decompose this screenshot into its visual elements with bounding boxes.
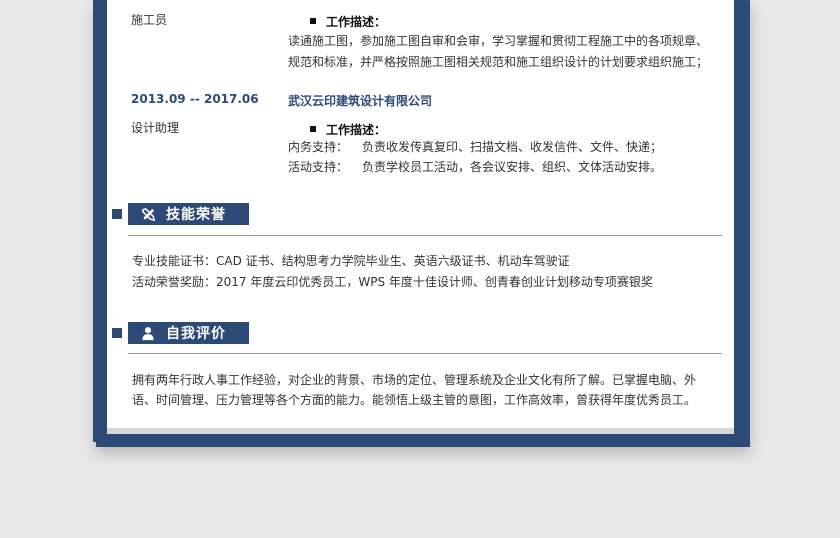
experience-row-text: 负责收发传真复印、扫描文档、收发信件、文件、快递； (362, 140, 663, 154)
section-marker (112, 328, 122, 338)
experience-row-text: 负责学校员工活动，各会议安排、组织、文体活动安排。 (362, 160, 663, 174)
section-marker (112, 209, 122, 219)
experience-desc-line: 规范和标准，并严格按照施工图相关规范和施工组织设计的计划要求组织施工； (288, 55, 709, 69)
self-eval-line: 拥有两年行政人事工作经验，对企业的背景、市场的定位、管理系统及企业文化有所了解。… (132, 373, 697, 387)
experience-desc-heading: 工作描述： (310, 119, 386, 138)
experience-row-label: 内务支持： (288, 140, 349, 154)
experience-row-label: 活动支持： (288, 160, 349, 174)
experience-company: 武汉云印建筑设计有限公司 (288, 94, 433, 108)
section-header-skills: 技能荣誉 (128, 203, 249, 225)
resume-frame-left (93, 0, 107, 440)
bullet-icon (310, 17, 316, 24)
experience-desc-line: 读通施工图，参加施工图自审和会审，学习掌握和贯彻工程施工中的各项规章、 (288, 34, 709, 48)
experience-desc-title: 工作描述： (326, 15, 387, 29)
section-title: 自我评价 (166, 326, 226, 342)
experience-role: 设计助理 (131, 121, 180, 135)
tools-icon (140, 206, 156, 222)
bullet-icon (310, 125, 316, 132)
section-divider (128, 235, 722, 236)
person-icon (140, 325, 156, 341)
experience-role: 施工员 (131, 13, 168, 27)
skills-line: 活动荣誉奖励：2017 年度云印优秀员工，WPS 年度十佳设计师、创青春创业计划… (132, 275, 653, 289)
section-divider (128, 353, 722, 354)
experience-desc-title: 工作描述： (326, 123, 387, 137)
resume-frame-right (734, 0, 748, 440)
resume-page-bottom-strip (107, 428, 734, 434)
section-title: 技能荣誉 (166, 207, 226, 223)
experience-date: 2013.09 -- 2017.06 (131, 92, 259, 106)
section-header-self-eval: 自我评价 (128, 322, 249, 344)
self-eval-line: 语、时间管理、压力管理等各个方面的能力。能领悟上级主管的意图，工作高效率，曾获得… (132, 393, 697, 407)
skills-line: 专业技能证书：CAD 证书、结构思考力学院毕业生、英语六级证书、机动车驾驶证 (132, 254, 570, 268)
experience-desc-heading: 工作描述： (310, 11, 386, 30)
